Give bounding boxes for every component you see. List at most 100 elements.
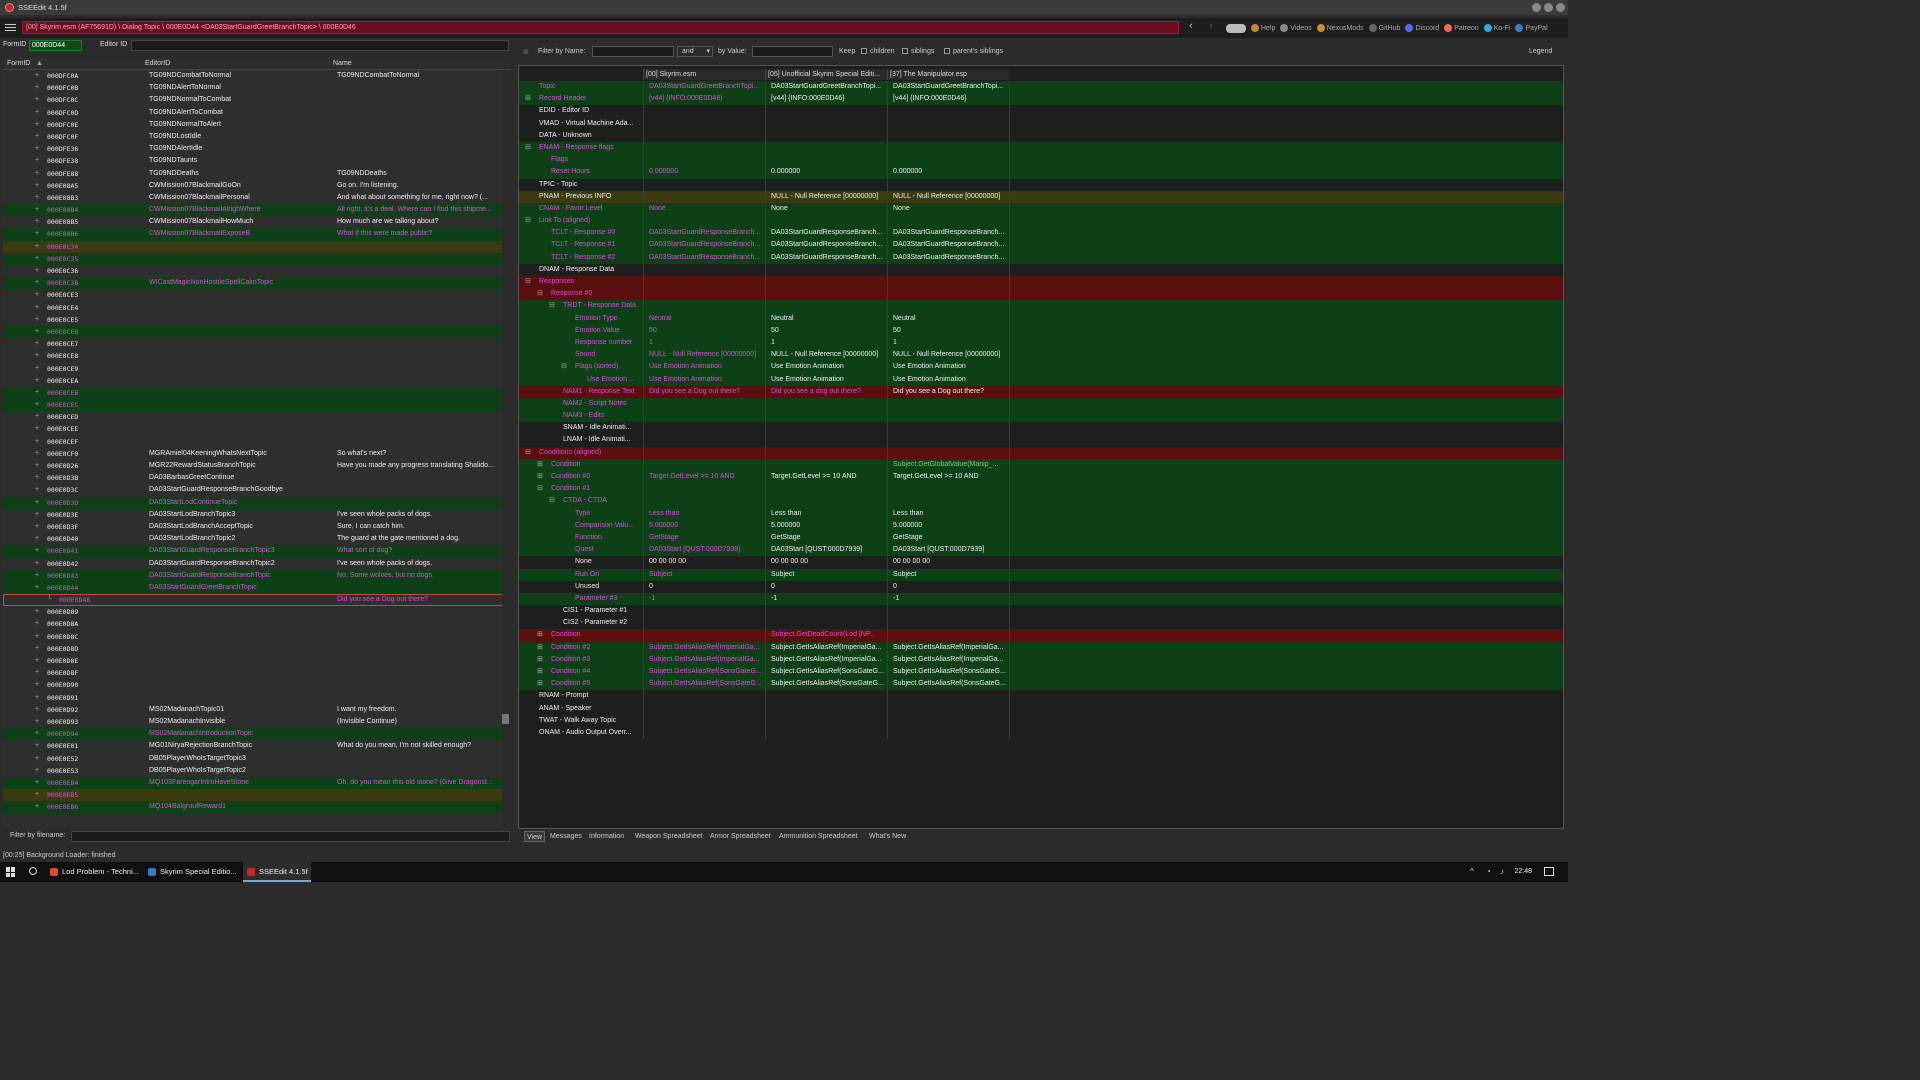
field-row[interactable]: Run On Subject Subject Subject	[519, 568, 1563, 581]
field-row[interactable]: Emotion Type Neutral Neutral Neutral	[519, 312, 1563, 325]
field-row[interactable]: EDID - Editor ID	[519, 105, 1563, 118]
field-value[interactable]: -1	[887, 593, 1009, 605]
field-value[interactable]: DA03StartGuardResponseBranch...	[887, 227, 1009, 239]
expand-icon[interactable]: +	[35, 241, 39, 253]
expand-icon[interactable]: +	[35, 107, 39, 119]
field-row[interactable]: ⊟ Link To (aligned)	[519, 215, 1563, 228]
field-value[interactable]: NULL - Null Reference [00000000]	[887, 349, 1009, 361]
expand-icon[interactable]: ⊞	[525, 93, 531, 105]
filename-filter-input[interactable]	[71, 831, 510, 842]
expand-icon[interactable]: +	[35, 155, 39, 167]
field-value[interactable]: Use Emotion Animation	[887, 374, 1009, 386]
field-row[interactable]: CIS2 - Parameter #2	[519, 617, 1563, 630]
children-checkbox[interactable]	[861, 48, 867, 54]
windows-start-icon[interactable]	[6, 867, 16, 877]
record-row[interactable]: +000E0D91	[3, 692, 506, 704]
record-row[interactable]: +000E0CF0 MGRAmiel04KeeningWhatsNextTopic…	[3, 448, 506, 460]
expand-icon[interactable]: +	[35, 655, 39, 667]
expand-icon[interactable]: ⊟	[549, 495, 555, 507]
field-value[interactable]: DA03StartGuardResponseBranch...	[765, 252, 887, 264]
field-value[interactable]: [v44] {INFO:000E0D46}	[765, 93, 887, 105]
field-value[interactable]: Use Emotion Animation	[765, 374, 887, 386]
record-row[interactable]: +000DFE88 TG09NDDeaths TG09NDDeaths	[3, 168, 506, 180]
expand-icon[interactable]: ⊟	[525, 215, 531, 227]
record-row[interactable]: +000DFC0F TG09NDLostIdle	[3, 131, 506, 143]
field-row[interactable]: ONAM - Audio Output Overr...	[519, 726, 1563, 740]
record-row[interactable]: +000DFC0D TG09NDAlertToCombat	[3, 107, 506, 119]
tray-chevron-icon[interactable]: ^	[1470, 867, 1474, 876]
record-row[interactable]: +000E0EB5	[3, 789, 506, 802]
col-manipulator-esp[interactable]: [37] The Manipulator.esp	[887, 69, 1009, 80]
record-row[interactable]: +000DFC0B TG09NDAlertToNormal	[3, 82, 506, 94]
expand-icon[interactable]: +	[35, 509, 39, 521]
help-link-discord[interactable]: Discord	[1405, 24, 1439, 32]
record-row[interactable]: +000E0D40 DA03StartLodBranchTopic2 The gua…	[3, 533, 506, 545]
field-row[interactable]: Comparison Valu... 5.000000 5.000000 5.0000…	[519, 519, 1563, 532]
expand-icon[interactable]: +	[35, 411, 39, 423]
expand-icon[interactable]: +	[35, 265, 39, 277]
col-formid[interactable]: FormID	[7, 60, 30, 67]
expand-icon[interactable]: +	[35, 460, 39, 472]
record-row[interactable]: +000E0E53 DB05PlayerWhoIsTargetTopic2	[3, 765, 506, 777]
expand-icon[interactable]: +	[35, 484, 39, 496]
record-row[interactable]: +000E0D8F	[3, 667, 506, 679]
field-value[interactable]: 50	[887, 325, 1009, 337]
notifications-icon[interactable]	[1544, 867, 1554, 876]
help-link-patreon[interactable]: Patreon	[1444, 24, 1479, 32]
field-row[interactable]: ⊟ Conditions (aligned)	[519, 446, 1563, 459]
field-value[interactable]: Neutral	[765, 313, 887, 325]
record-row[interactable]: +000E0D8A	[3, 618, 506, 630]
expand-icon[interactable]: +	[35, 618, 39, 630]
expand-icon[interactable]: +	[35, 765, 39, 777]
field-value[interactable]: Subject.GetGlobalValue(Manip_...	[887, 459, 1009, 471]
record-row[interactable]: +000E0D26 MGR22RewardStatusBranchTopic Hav…	[3, 460, 506, 472]
expand-icon[interactable]: ⊞	[537, 666, 543, 678]
record-row[interactable]: +000E0CE3	[3, 289, 506, 301]
field-value[interactable]: Subject.GetIsAliasRef(SonsGateG...	[765, 678, 887, 690]
field-value[interactable]: Did you see a Dog out there?	[643, 386, 765, 398]
field-value[interactable]: Subject.GetIsAliasRef(ImperialGa...	[643, 642, 765, 654]
record-row[interactable]: +000E0E01 MG01NiryaRejectionBranchTopic Wh…	[3, 740, 506, 752]
field-row[interactable]: NAM3 - Edits	[519, 410, 1563, 423]
minimize-button[interactable]	[1532, 3, 1541, 12]
field-row[interactable]: ⊟ Flags (sorted) Use Emotion Animation Use …	[519, 361, 1563, 374]
field-value[interactable]: Subject	[643, 569, 765, 581]
taskbar-app[interactable]: Skyrim Special Editio...	[144, 862, 241, 882]
field-value[interactable]: Subject.GetIsAliasRef(SonsGateG...	[643, 678, 765, 690]
back-arrow-icon[interactable]: ‹	[1186, 21, 1196, 32]
expand-icon[interactable]: +	[35, 277, 39, 289]
field-row[interactable]: Quest DA03Start [QUST:000D7939] DA03Start …	[519, 544, 1563, 557]
field-row[interactable]: ⊞ Condition #5 Subject.GetIsAliasRef(SonsG…	[519, 678, 1563, 691]
expand-icon[interactable]: +	[35, 70, 39, 82]
field-row[interactable]: Use Emotion ... Use Emotion Animation Use …	[519, 373, 1563, 386]
field-value[interactable]: 1	[765, 337, 887, 349]
expand-icon[interactable]: +	[35, 314, 39, 326]
record-row[interactable]: +000E0D8D	[3, 643, 506, 655]
field-value[interactable]: Subject.GetIsAliasRef(SonsGateG...	[887, 678, 1009, 690]
field-value[interactable]: Subject.GetIsAliasRef(ImperialGa...	[887, 654, 1009, 666]
expand-icon[interactable]: +	[35, 789, 39, 801]
field-value[interactable]: -1	[643, 593, 765, 605]
field-row[interactable]: SNAM - Idle Animati...	[519, 422, 1563, 435]
expand-icon[interactable]: +	[35, 704, 39, 716]
help-link-videos[interactable]: Videos	[1280, 24, 1312, 32]
field-value[interactable]: NULL - Null Reference [00000000]	[887, 191, 1009, 203]
field-row[interactable]: ⊞ Condition #4 Subject.GetIsAliasRef(SonsG…	[519, 666, 1563, 679]
record-row[interactable]: +000E0D94 MS02MadanachIntroductionTopic	[3, 728, 506, 741]
field-value[interactable]: Use Emotion Animation	[643, 374, 765, 386]
record-row[interactable]: +000E0CED	[3, 411, 506, 423]
field-row[interactable]: CNAM - Favor Level None None None	[519, 202, 1563, 216]
field-value[interactable]: 50	[765, 325, 887, 337]
field-row[interactable]: TWAT - Walk Away Topic	[519, 714, 1563, 727]
field-row[interactable]: Topic DA03StartGuardGreetBranchTopi... DA0…	[519, 81, 1563, 94]
expand-icon[interactable]: +	[35, 777, 39, 789]
field-value[interactable]: DA03Start [QUST:000D7939]	[643, 544, 765, 556]
field-value[interactable]: 0.000000	[765, 166, 887, 178]
field-value[interactable]: DA03StartGuardResponseBranch...	[765, 239, 887, 251]
expand-icon[interactable]: ⊟	[525, 447, 531, 459]
field-row[interactable]: DATA - Unknown	[519, 129, 1563, 142]
forward-arrow-icon[interactable]: ›	[1206, 21, 1216, 32]
field-value[interactable]: Use Emotion Animation	[765, 361, 887, 373]
record-row[interactable]: +000E0C3B WICastMagicNonHostileSpellCalmT…	[3, 277, 506, 290]
field-value[interactable]: Subject	[765, 569, 887, 581]
